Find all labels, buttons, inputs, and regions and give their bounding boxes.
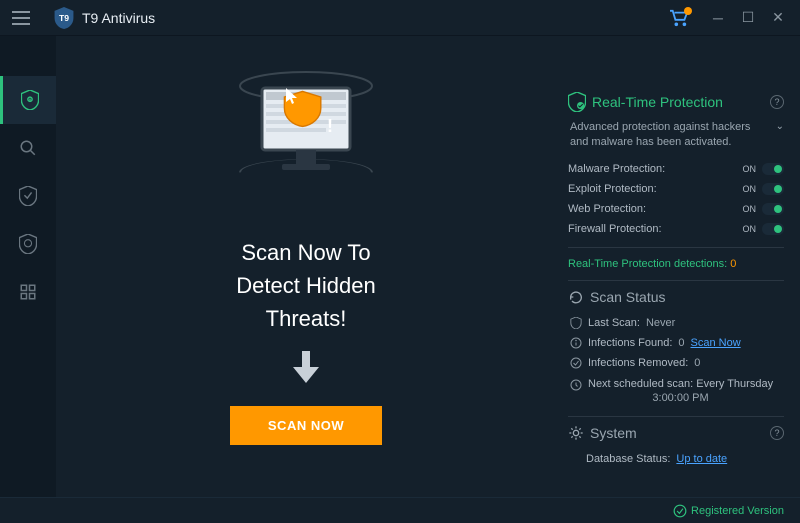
detections-count: 0	[730, 258, 736, 270]
footer-text: Registered Version	[691, 505, 784, 517]
shield-check-icon	[568, 92, 586, 112]
web-protection-toggle[interactable]	[762, 203, 784, 215]
check-circle-icon	[570, 357, 582, 369]
help-icon[interactable]: ?	[770, 95, 784, 109]
close-button[interactable]: ✕	[764, 4, 792, 32]
sidebar-item-scan[interactable]	[0, 124, 56, 172]
firewall-protection-toggle[interactable]	[762, 223, 784, 235]
web-protection-label: Web Protection:	[568, 203, 646, 215]
realtime-detections: Real-Time Protection detections: 0	[568, 256, 784, 272]
malware-protection-row: Malware Protection: ON	[568, 159, 784, 179]
web-protection-row: Web Protection: ON	[568, 199, 784, 219]
infections-found-row: Infections Found: 0 Scan Now	[568, 333, 784, 353]
database-status-link[interactable]: Up to date	[676, 453, 727, 465]
cursor-icon	[286, 88, 298, 107]
scan-now-link[interactable]: Scan Now	[691, 337, 741, 349]
shield-outline-icon	[570, 317, 582, 329]
realtime-title: Real-Time Protection	[592, 94, 723, 110]
malware-protection-toggle[interactable]	[762, 163, 784, 175]
next-scan-row: Next scheduled scan: Every Thursday 3:00…	[568, 373, 784, 408]
help-icon[interactable]: ?	[770, 426, 784, 440]
minimize-button[interactable]: ─	[704, 4, 732, 32]
sidebar-item-apps[interactable]	[0, 268, 56, 316]
divider	[568, 247, 784, 248]
malware-protection-label: Malware Protection:	[568, 163, 665, 175]
footer: Registered Version	[0, 497, 800, 523]
scan-heading-line1: Scan Now To	[236, 236, 375, 269]
scan-heading: Scan Now To Detect Hidden Threats!	[236, 236, 375, 335]
exploit-protection-toggle[interactable]	[762, 183, 784, 195]
menu-button[interactable]	[8, 5, 34, 31]
refresh-icon	[568, 289, 584, 305]
chevron-down-icon[interactable]: ⌄	[768, 120, 784, 134]
realtime-protection-heading: Real-Time Protection ?	[568, 92, 784, 112]
monitor-illustration: !	[226, 68, 386, 208]
main-content: ! Scan Now To Detect Hidden Threats! SCA…	[56, 36, 556, 497]
title-bar: T9 T9 Antivirus ─ ☐ ✕	[0, 0, 800, 36]
last-scan-row: Last Scan: Never	[568, 313, 784, 333]
exploit-protection-row: Exploit Protection: ON	[568, 179, 784, 199]
svg-text:T9: T9	[59, 13, 69, 23]
infections-removed-row: Infections Removed: 0	[568, 353, 784, 373]
right-panel: Real-Time Protection ? Advanced protecti…	[556, 36, 800, 497]
app-title: T9 Antivirus	[82, 10, 155, 26]
system-heading: System ?	[568, 425, 784, 441]
last-scan-value: Never	[646, 317, 675, 329]
firewall-protection-row: Firewall Protection: ON	[568, 219, 784, 239]
svg-text:!: !	[327, 116, 333, 136]
clock-icon	[570, 379, 582, 391]
gear-icon	[568, 425, 584, 441]
scan-heading-line2: Detect Hidden	[236, 269, 375, 302]
divider	[568, 280, 784, 281]
advanced-protection-message: Advanced protection against hackers and …	[568, 120, 784, 151]
sidebar-item-shield-alert[interactable]	[0, 220, 56, 268]
next-scan-time: 3:00:00 PM	[588, 392, 773, 404]
scan-now-button[interactable]: SCAN NOW	[230, 406, 382, 445]
check-circle-icon	[673, 504, 687, 518]
scan-status-title: Scan Status	[590, 289, 666, 305]
sidebar	[0, 36, 56, 497]
cart-icon[interactable]	[668, 9, 690, 27]
exploit-protection-label: Exploit Protection:	[568, 183, 657, 195]
database-status-row: Database Status: Up to date	[568, 449, 784, 469]
firewall-protection-label: Firewall Protection:	[568, 223, 662, 235]
scan-status-heading: Scan Status	[568, 289, 784, 305]
maximize-button[interactable]: ☐	[734, 4, 762, 32]
arrow-down-icon	[293, 351, 319, 388]
scan-heading-line3: Threats!	[236, 302, 375, 335]
divider	[568, 416, 784, 417]
sidebar-item-protection[interactable]	[0, 76, 56, 124]
sidebar-item-shield-check[interactable]	[0, 172, 56, 220]
next-scan-value: Every Thursday	[696, 378, 773, 390]
info-icon	[570, 337, 582, 349]
infections-found-value: 0	[678, 337, 684, 349]
infections-removed-value: 0	[694, 357, 700, 369]
system-title: System	[590, 425, 637, 441]
app-logo-icon: T9	[54, 7, 74, 29]
